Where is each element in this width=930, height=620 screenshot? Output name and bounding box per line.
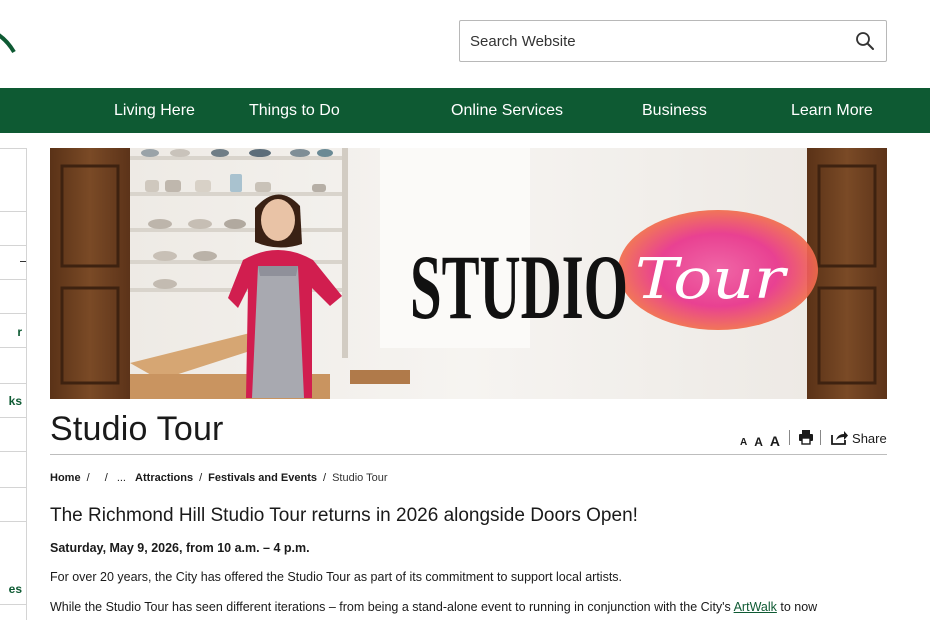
nav-things-to-do[interactable]: Things to Do (249, 88, 340, 133)
nav-online-services[interactable]: Online Services (451, 88, 563, 133)
search-icon[interactable] (854, 30, 876, 52)
event-date: Saturday, May 9, 2026, from 10 a.m. – 4 … (50, 541, 310, 555)
sidebar-divider (0, 521, 26, 522)
sidebar-item-label[interactable]: es (0, 582, 22, 596)
section-sidebar: r ks es (0, 148, 27, 620)
artwalk-link[interactable]: ArtWalk (734, 600, 777, 614)
sidebar-divider (0, 604, 26, 605)
site-header (0, 0, 930, 88)
breadcrumb-current: Studio Tour (332, 472, 388, 484)
nav-business[interactable]: Business (642, 88, 707, 133)
sidebar-item-dash (20, 261, 26, 262)
search-box (459, 20, 887, 62)
tool-divider (789, 430, 791, 445)
breadcrumb-separator: / (323, 472, 327, 484)
sidebar-divider (0, 211, 26, 212)
breadcrumb: Home / / ... Attractions / Festivals and Ev… (50, 472, 388, 484)
title-divider (50, 454, 887, 455)
tool-divider (820, 430, 822, 445)
font-size-small-button[interactable]: A (740, 438, 747, 448)
content-heading: The Richmond Hill Studio Tour returns in… (50, 505, 638, 526)
breadcrumb-ellipsis[interactable]: ... (117, 472, 126, 484)
nav-living-here[interactable]: Living Here (114, 88, 195, 133)
sidebar-divider (0, 347, 26, 348)
sidebar-divider (0, 451, 26, 452)
sidebar-divider (0, 487, 26, 488)
intro-paragraph: For over 20 years, the City has offered … (50, 570, 623, 584)
share-icon (831, 431, 849, 445)
breadcrumb-separator: / (104, 472, 108, 484)
city-logo[interactable] (0, 18, 16, 64)
search-input[interactable] (470, 21, 840, 61)
hero-banner: STUDIO Tour (50, 148, 887, 399)
font-size-large-button[interactable]: A (770, 434, 780, 448)
hero-image: STUDIO Tour (50, 148, 887, 399)
hero-title-tour: Tour (635, 247, 789, 312)
main-nav: Living Here Things to Do Online Services… (0, 88, 930, 133)
breadcrumb-separator: / (86, 472, 90, 484)
nav-learn-more[interactable]: Learn More (791, 88, 873, 133)
sidebar-divider (0, 383, 26, 384)
hero-title-studio: STUDIO (410, 236, 628, 338)
breadcrumb-attractions[interactable]: Attractions (135, 472, 193, 484)
page-title: Studio Tour (50, 410, 224, 448)
history-text-end: to now (776, 600, 818, 614)
share-button[interactable]: Share (831, 430, 887, 448)
history-paragraph: While the Studio Tour has seen different… (50, 599, 850, 616)
sidebar-item-label[interactable]: ks (0, 394, 22, 408)
print-icon[interactable] (798, 429, 814, 445)
font-size-medium-button[interactable]: A (754, 436, 763, 448)
history-text: While the Studio Tour has seen different… (50, 600, 734, 614)
sidebar-divider (0, 279, 26, 280)
sidebar-item-label[interactable]: r (0, 325, 22, 339)
breadcrumb-festivals-events[interactable]: Festivals and Events (208, 472, 317, 484)
sidebar-divider (0, 417, 26, 418)
breadcrumb-home[interactable]: Home (50, 472, 81, 484)
page-tools: A A A Share (740, 424, 887, 448)
breadcrumb-separator: / (199, 472, 203, 484)
share-label: Share (852, 431, 887, 446)
sidebar-divider (0, 245, 26, 246)
sidebar-divider (0, 313, 26, 314)
